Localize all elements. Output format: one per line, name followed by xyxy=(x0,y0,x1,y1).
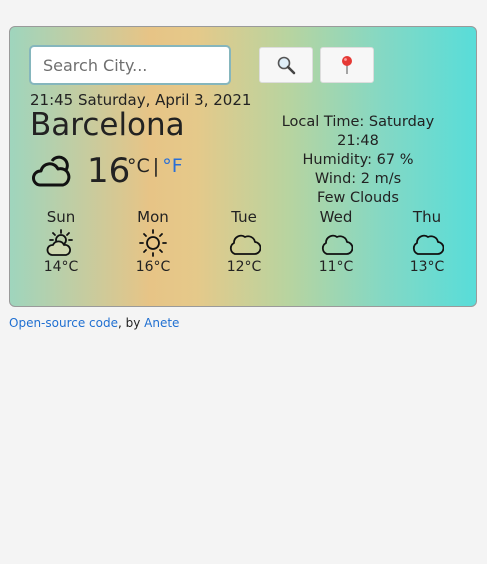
search-button[interactable] xyxy=(259,47,313,83)
forecast-day: Mon 16°C xyxy=(123,208,183,275)
forecast-day-name: Thu xyxy=(412,208,442,226)
forecast-temp: 11°C xyxy=(318,259,354,275)
weather-card: 21:45 Saturday, April 3, 2021 Barcelona … xyxy=(9,26,477,307)
footer: Open-source code, by Anete xyxy=(9,316,179,330)
cloudy-icon xyxy=(32,155,71,187)
forecast-day: Wed 11°C xyxy=(306,208,366,275)
humidity: Humidity: 67 % xyxy=(302,152,414,168)
footer-by-text: , by xyxy=(117,316,145,330)
partly-sunny-icon xyxy=(46,229,73,256)
cloud-icon xyxy=(321,234,353,255)
source-code-link[interactable]: Open-source code xyxy=(9,316,118,330)
forecast-day-name: Mon xyxy=(137,208,169,226)
city-name: Barcelona xyxy=(30,107,185,143)
local-time-label: Local Time: Saturday xyxy=(281,114,435,130)
unit-separator: | xyxy=(152,155,160,177)
forecast-day-name: Sun xyxy=(46,208,76,226)
forecast-temp: 14°C xyxy=(43,259,79,275)
weather-description: Few Clouds xyxy=(317,190,399,206)
forecast-temp: 16°C xyxy=(135,259,171,275)
forecast-temp: 12°C xyxy=(226,259,262,275)
location-button[interactable] xyxy=(320,47,374,83)
cloud-icon xyxy=(229,234,261,255)
forecast-day-name: Tue xyxy=(231,208,257,226)
weather-details: Local Time: Saturday 21:48 Humidity: 67 … xyxy=(266,113,450,208)
magnifier-icon xyxy=(277,56,296,75)
local-time-value: 21:48 xyxy=(337,133,379,149)
forecast-day: Tue 12°C xyxy=(214,208,274,275)
forecast-temp: 13°C xyxy=(409,259,445,275)
celsius-unit[interactable]: °C xyxy=(127,155,150,177)
forecast-day: Sun 14°C xyxy=(31,208,91,275)
cloud-icon xyxy=(412,234,444,255)
current-temperature: 16 xyxy=(87,151,131,191)
city-search-input[interactable] xyxy=(29,45,231,85)
forecast-day-name: Wed xyxy=(319,208,353,226)
wind: Wind: 2 m/s xyxy=(314,171,402,187)
sun-icon xyxy=(139,229,167,257)
forecast-day: Thu 13°C xyxy=(397,208,457,275)
fahrenheit-link[interactable]: °F xyxy=(162,155,182,177)
unit-toggle: °C | °F xyxy=(127,155,183,177)
author-link[interactable]: Anete xyxy=(144,316,179,330)
pin-icon xyxy=(342,56,352,74)
